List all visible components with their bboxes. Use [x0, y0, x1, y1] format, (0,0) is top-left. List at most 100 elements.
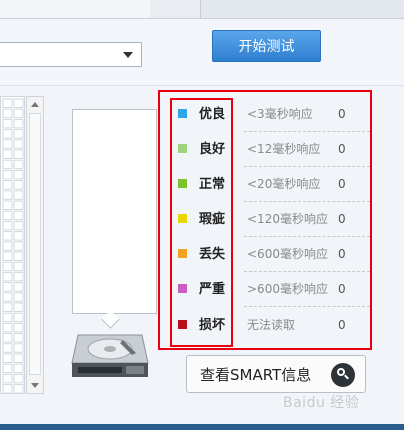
legend-row-normal: 正常 <20毫秒响应 0 [172, 167, 370, 202]
sector-cell [13, 169, 24, 180]
legend-count: 0 [338, 142, 346, 156]
tab-inactive[interactable] [150, 0, 201, 18]
sector-cell [13, 292, 24, 302]
legend-row-severe: 严重 >600毫秒响应 0 [172, 272, 370, 307]
sector-cell [2, 241, 13, 251]
disk-select-dropdown[interactable] [0, 42, 142, 67]
sector-cell [13, 271, 24, 282]
sector-cell [13, 353, 24, 363]
legend-desc: <20毫秒响应 [247, 177, 321, 191]
view-smart-info-button[interactable]: 查看SMART信息 [186, 355, 366, 393]
toolbar-divider [0, 85, 404, 86]
legend-count: 0 [338, 177, 346, 191]
tab-active[interactable] [0, 0, 151, 18]
sector-cell [13, 373, 24, 384]
sector-cell [13, 251, 24, 261]
sector-cell [2, 261, 13, 272]
watermark: Baidu 经验 [283, 395, 360, 411]
sector-cell [13, 312, 24, 323]
sector-cell [2, 312, 13, 323]
sector-cell [2, 210, 13, 221]
legend-row-damaged: 损坏 无法读取 0 [172, 308, 370, 343]
legend-row-lost: 丢失 <600毫秒响应 0 [172, 237, 370, 272]
scroll-thumb[interactable] [29, 113, 41, 375]
sector-cell [2, 139, 13, 149]
legend-label: 优良 [199, 107, 226, 122]
sector-cell [13, 180, 24, 190]
legend-count: 0 [338, 107, 346, 121]
sector-cell [2, 169, 13, 180]
color-swatch [178, 320, 187, 329]
sector-cell [2, 271, 13, 282]
color-swatch [178, 249, 187, 258]
sector-cell [2, 190, 13, 200]
sector-cell [13, 159, 24, 170]
sector-cell [2, 220, 13, 231]
hard-disk-icon [71, 334, 149, 377]
sector-cell [13, 139, 24, 149]
color-swatch [178, 284, 187, 293]
sector-cell [13, 220, 24, 231]
sector-cell [13, 149, 24, 159]
chevron-down-icon[interactable] [123, 52, 133, 58]
sector-cell [13, 210, 24, 221]
sector-cell [13, 231, 24, 241]
sector-cell [2, 282, 13, 292]
sector-cell [2, 159, 13, 170]
sector-cell [2, 108, 13, 119]
sector-cell [2, 322, 13, 333]
legend-desc: <600毫秒响应 [247, 247, 328, 261]
sector-cell [2, 343, 13, 353]
sector-cell [13, 322, 24, 333]
legend-count: 0 [338, 212, 346, 226]
sector-cell [2, 363, 13, 374]
start-test-button[interactable]: 开始测试 [212, 30, 321, 62]
sector-cell [13, 200, 24, 210]
sector-cell [2, 353, 13, 363]
scroll-down-icon[interactable] [31, 383, 39, 388]
legend-desc: 无法读取 [247, 318, 296, 332]
sector-cell [13, 98, 24, 108]
sector-map-scrollbar[interactable] [26, 96, 44, 394]
sector-cell [2, 129, 13, 139]
legend-row-excellent: 优良 <3毫秒响应 0 [172, 97, 370, 132]
sector-cell [13, 333, 24, 343]
legend-count: 0 [338, 247, 346, 261]
sector-cell [13, 241, 24, 251]
sector-cell [2, 231, 13, 241]
sector-cell [2, 373, 13, 384]
sector-cell [2, 333, 13, 343]
legend-label: 损坏 [199, 318, 226, 333]
sector-cell [13, 343, 24, 353]
sector-cell [13, 302, 24, 312]
sector-cell [2, 98, 13, 108]
scroll-up-icon[interactable] [31, 102, 39, 107]
legend-label: 瑕疵 [199, 212, 226, 227]
legend-row-flaw: 瑕疵 <120毫秒响应 0 [172, 202, 370, 237]
color-swatch [178, 214, 187, 223]
sector-cell [13, 118, 24, 129]
sector-cell [2, 149, 13, 159]
sector-cell [2, 118, 13, 129]
sector-cell [2, 292, 13, 302]
sector-cell [2, 251, 13, 261]
color-swatch [178, 144, 187, 153]
sector-cell [13, 282, 24, 292]
legend-desc: <3毫秒响应 [247, 107, 313, 121]
legend-label: 丢失 [199, 247, 226, 262]
color-swatch [178, 179, 187, 188]
search-icon [331, 363, 355, 387]
legend-count: 0 [338, 318, 346, 332]
sector-cell [13, 129, 24, 139]
sector-cell [2, 200, 13, 210]
sector-cell [13, 384, 24, 394]
sector-cell [2, 180, 13, 190]
legend-count: 0 [338, 282, 346, 296]
legend-desc: >600毫秒响应 [247, 282, 328, 296]
legend-row-good: 良好 <12毫秒响应 0 [172, 132, 370, 167]
legend-desc: <12毫秒响应 [247, 142, 321, 156]
sector-cell [13, 108, 24, 119]
smart-button-label: 查看SMART信息 [200, 366, 312, 384]
sector-cell [2, 384, 13, 394]
bottom-bar [0, 424, 404, 430]
